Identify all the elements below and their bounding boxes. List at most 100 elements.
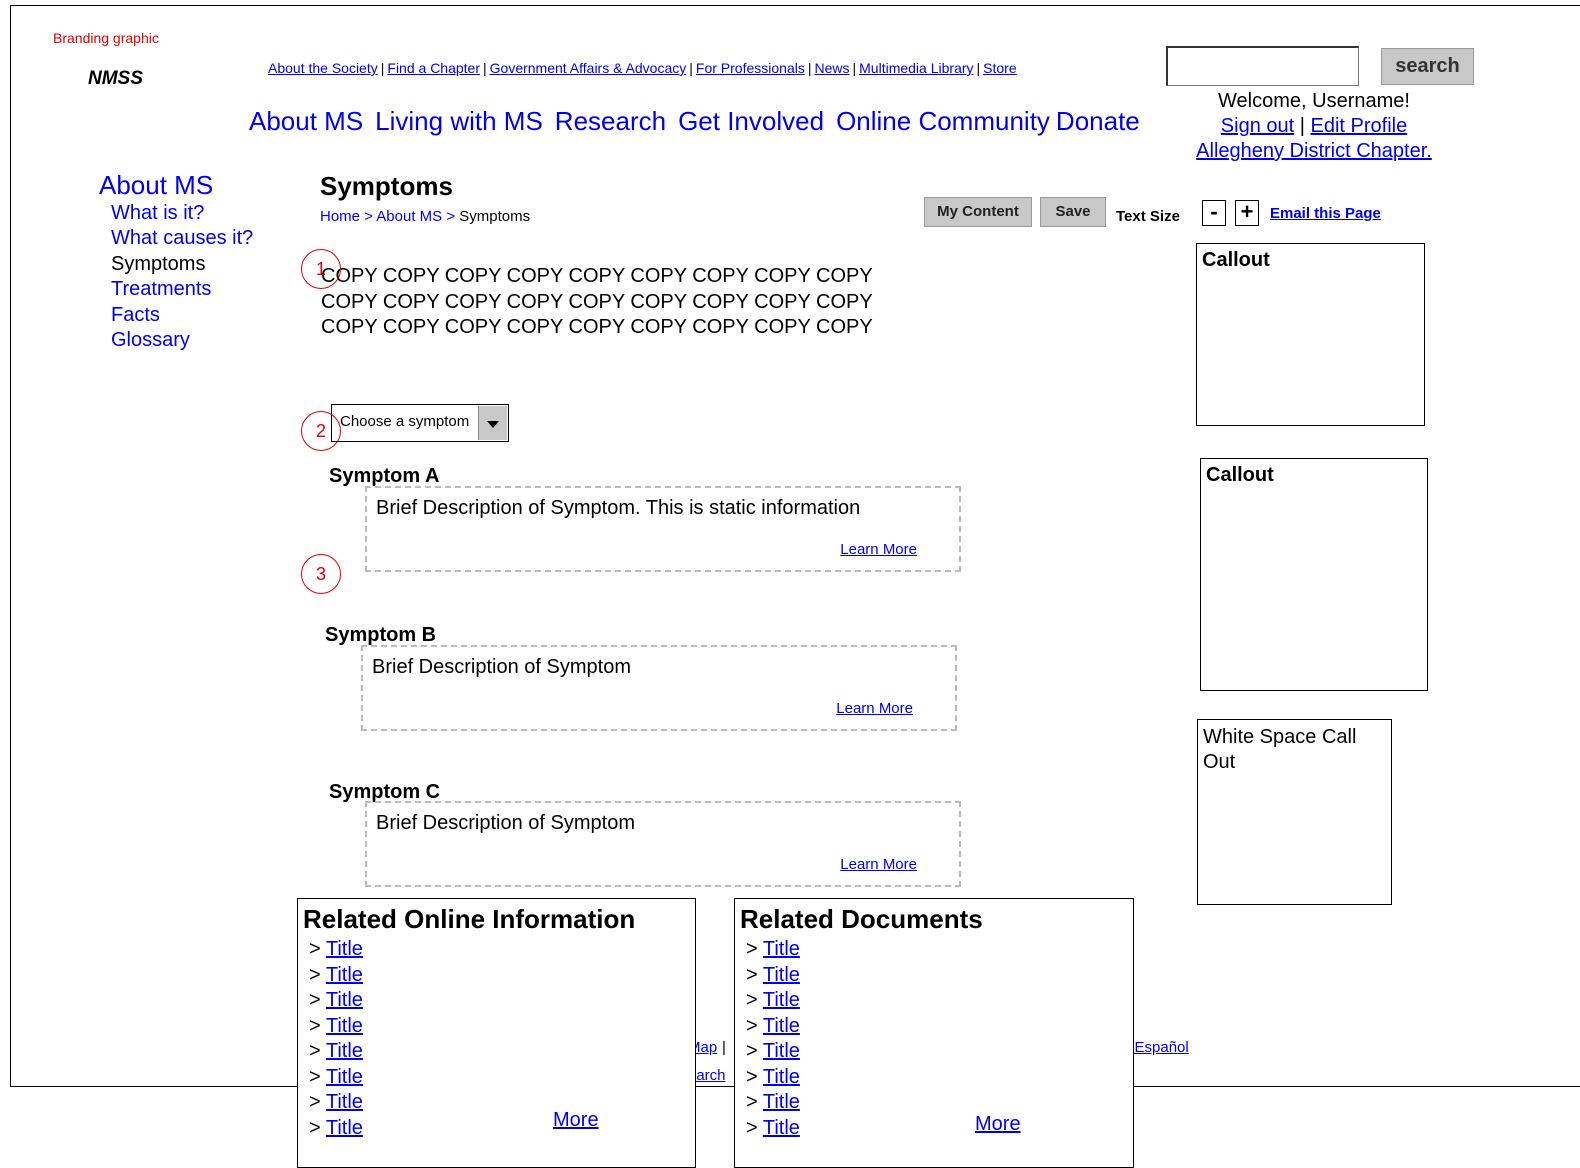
annotation-marker-2: 2 bbox=[301, 411, 341, 451]
util-link-news[interactable]: News bbox=[814, 60, 849, 76]
sidebar-item-glossary[interactable]: Glossary bbox=[111, 328, 253, 353]
main-nav-online-community[interactable]: Online Community bbox=[836, 106, 1050, 136]
sidebar-item-facts[interactable]: Facts bbox=[111, 303, 253, 328]
related-document-link[interactable]: Title bbox=[763, 938, 800, 960]
main-nav-living-with-ms[interactable]: Living with MS bbox=[375, 106, 543, 136]
user-panel: Welcome, Username! Sign out | Edit Profi… bbox=[1178, 89, 1450, 164]
sidebar-item-symptoms: Symptoms bbox=[111, 252, 206, 275]
text-size-label: Text Size bbox=[1116, 208, 1180, 225]
symptom-b-description: Brief Description of Symptom bbox=[372, 656, 631, 678]
symptom-a-title: Symptom A bbox=[329, 465, 440, 487]
list-item: > Title bbox=[746, 1014, 800, 1037]
related-online-more-link[interactable]: More bbox=[553, 1109, 599, 1132]
related-document-link[interactable]: Title bbox=[763, 1015, 800, 1037]
related-online-link[interactable]: Title bbox=[326, 989, 363, 1011]
list-item: > Title bbox=[309, 1116, 363, 1139]
symptom-a-learn-more-link[interactable]: Learn More bbox=[840, 541, 917, 558]
list-item: > Title bbox=[746, 1065, 800, 1088]
welcome-text: Welcome, Username! bbox=[1218, 90, 1410, 112]
list-item: > Title bbox=[309, 1091, 363, 1113]
main-nav-get-involved[interactable]: Get Involved bbox=[678, 106, 824, 136]
related-online-link[interactable]: Title bbox=[326, 938, 363, 960]
symptom-c-learn-more-link[interactable]: Learn More bbox=[840, 856, 917, 873]
search-button[interactable]: search bbox=[1381, 48, 1474, 85]
related-documents-title: Related Documents bbox=[740, 904, 983, 934]
utility-nav: About the Society | Find a Chapter | Governm… bbox=[268, 60, 1017, 76]
sidebar-nav: What is it? What causes it? Symptoms Tre… bbox=[111, 201, 253, 353]
logo[interactable]: NMSS bbox=[88, 68, 143, 90]
user-links-separator: | bbox=[1299, 115, 1305, 137]
util-link-find-chapter[interactable]: Find a Chapter bbox=[387, 60, 480, 76]
list-item: > Title bbox=[309, 989, 363, 1011]
list-item: > Title bbox=[746, 1091, 800, 1113]
chapter-link[interactable]: Allegheny District Chapter. bbox=[1196, 140, 1432, 162]
related-online-link[interactable]: Title bbox=[326, 1066, 363, 1088]
related-document-link[interactable]: Title bbox=[763, 964, 800, 986]
list-item: > Title bbox=[309, 938, 363, 960]
symptom-b-title: Symptom B bbox=[325, 624, 437, 646]
util-link-about-society[interactable]: About the Society bbox=[268, 60, 378, 76]
annotation-marker-1: 1 bbox=[301, 249, 341, 289]
text-size-increase-button[interactable]: + bbox=[1235, 200, 1259, 226]
related-online-link[interactable]: Title bbox=[326, 1040, 363, 1062]
chevron-down-icon[interactable] bbox=[478, 406, 507, 440]
symptom-b-box: Brief Description of Symptom Learn More bbox=[361, 645, 957, 731]
related-online-link[interactable]: Title bbox=[326, 1117, 363, 1139]
util-link-government-affairs[interactable]: Government Affairs & Advocacy bbox=[490, 60, 687, 76]
list-item: > Title bbox=[746, 963, 800, 986]
text-size-decrease-button[interactable]: - bbox=[1202, 200, 1226, 226]
list-item: > Title bbox=[309, 1040, 363, 1062]
main-nav-about-ms[interactable]: About MS bbox=[249, 106, 363, 136]
callout-title: Callout bbox=[1202, 249, 1270, 271]
related-document-link[interactable]: Title bbox=[763, 1066, 800, 1088]
my-content-button[interactable]: My Content bbox=[924, 197, 1032, 227]
branding-graphic: Branding graphic bbox=[53, 30, 159, 46]
main-nav-donate[interactable]: Donate bbox=[1056, 106, 1140, 136]
breadcrumb-home[interactable]: Home bbox=[320, 208, 360, 225]
list-item: > Title bbox=[746, 938, 800, 960]
related-documents-more-link[interactable]: More bbox=[975, 1113, 1021, 1136]
white-space-callout: White Space Call Out bbox=[1197, 719, 1392, 905]
related-online-list: > Title > Title > Title > Title > Title … bbox=[309, 937, 363, 1141]
list-item: > Title bbox=[746, 1116, 800, 1139]
related-online-panel: Related Online Information > Title > Tit… bbox=[297, 898, 696, 1168]
copy-line: COPY COPY COPY COPY COPY COPY COPY COPY … bbox=[321, 316, 873, 338]
sign-out-link[interactable]: Sign out bbox=[1221, 115, 1294, 137]
search-input[interactable] bbox=[1166, 46, 1359, 86]
main-nav: About MS Living with MS Research Get Involv… bbox=[249, 106, 1152, 137]
symptom-select[interactable]: Choose a symptom bbox=[331, 404, 509, 442]
util-link-store[interactable]: Store bbox=[983, 60, 1016, 76]
util-link-for-professionals[interactable]: For Professionals bbox=[696, 60, 805, 76]
breadcrumb-about-ms[interactable]: About MS bbox=[376, 208, 442, 225]
related-document-link[interactable]: Title bbox=[763, 1117, 800, 1139]
edit-profile-link[interactable]: Edit Profile bbox=[1311, 115, 1408, 137]
list-item: > Title bbox=[309, 963, 363, 986]
annotation-marker-3: 3 bbox=[301, 554, 341, 594]
related-online-link[interactable]: Title bbox=[326, 1015, 363, 1037]
related-document-link[interactable]: Title bbox=[763, 1091, 800, 1113]
related-online-link[interactable]: Title bbox=[326, 1091, 363, 1113]
email-page-link[interactable]: Email this Page bbox=[1270, 205, 1381, 222]
sidebar-item-treatments[interactable]: Treatments bbox=[111, 277, 253, 302]
sidebar-item-what-is-it[interactable]: What is it? bbox=[111, 201, 253, 226]
symptom-b-learn-more-link[interactable]: Learn More bbox=[836, 700, 913, 717]
list-item: > Title bbox=[746, 989, 800, 1011]
intro-copy: COPY COPY COPY COPY COPY COPY COPY COPY … bbox=[321, 264, 921, 341]
page-title: Symptoms bbox=[320, 171, 453, 201]
breadcrumb-current: Symptoms bbox=[459, 208, 531, 225]
related-document-link[interactable]: Title bbox=[763, 989, 800, 1011]
save-button[interactable]: Save bbox=[1040, 197, 1106, 227]
callout-2: Callout bbox=[1200, 458, 1428, 691]
sidebar-item-what-causes-it[interactable]: What causes it? bbox=[111, 226, 253, 251]
callout-title: Callout bbox=[1206, 464, 1274, 486]
symptom-c-box: Brief Description of Symptom Learn More bbox=[365, 801, 961, 887]
copy-line: COPY COPY COPY COPY COPY COPY COPY COPY … bbox=[321, 290, 873, 313]
list-item: > Title bbox=[746, 1040, 800, 1062]
copy-line: COPY COPY COPY COPY COPY COPY COPY COPY … bbox=[321, 265, 873, 287]
breadcrumb: Home > About MS > Symptoms bbox=[320, 208, 530, 225]
util-link-multimedia-library[interactable]: Multimedia Library bbox=[859, 60, 973, 76]
main-nav-research[interactable]: Research bbox=[555, 106, 666, 136]
related-online-link[interactable]: Title bbox=[326, 964, 363, 986]
related-document-link[interactable]: Title bbox=[763, 1040, 800, 1062]
sidebar-title[interactable]: About MS bbox=[99, 170, 213, 201]
